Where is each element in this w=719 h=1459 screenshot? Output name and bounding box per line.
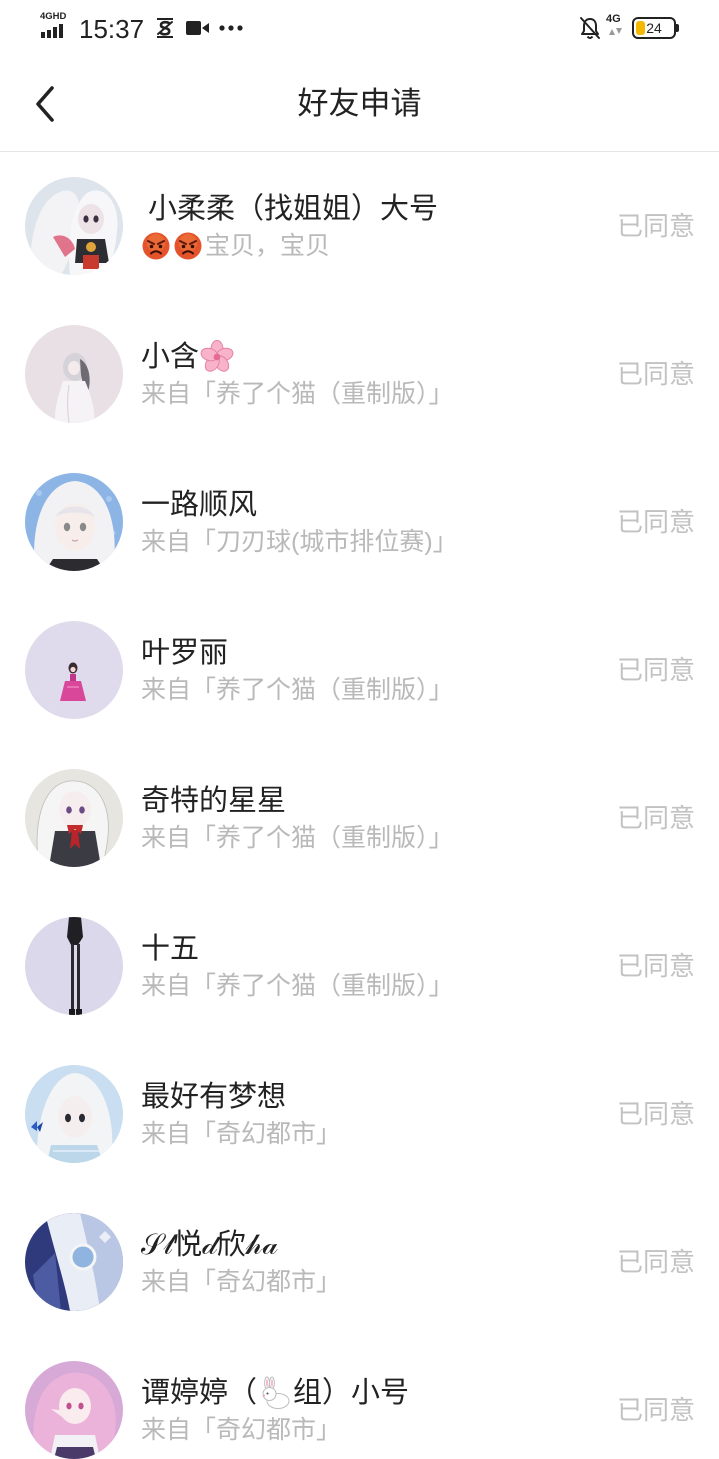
back-button[interactable] [26,80,70,128]
friend-name: 小柔柔（找姐姐）大号 [148,189,438,229]
status-accepted: 已同意 [616,211,695,241]
status-accepted: 已同意 [616,803,695,833]
status-bar: 4GHD 15:37 4G 24 [0,0,719,56]
friend-name: 奇特的星星 [141,781,286,821]
status-accepted: 已同意 [616,1247,695,1277]
friend-name-text: 𝒮𝓁悦𝒹欣𝒽𝒶 [141,1229,279,1261]
friend-name-text: 叶罗丽 [141,637,229,669]
friend-name-text: 谭婷婷（ [141,1377,258,1409]
friend-request-item[interactable]: 小柔柔（找姐姐）大号 宝贝，宝贝 已同意 [0,152,719,300]
header: 好友申请 [0,56,719,152]
signal-bars-icon [41,24,63,38]
friend-request-item[interactable]: 叶罗丽 来自「养了个猫（重制版）」 已同意 [0,596,719,744]
request-message-text: 宝贝，宝贝 [205,232,331,260]
status-accepted: 已同意 [616,359,695,389]
battery-cap [676,24,679,32]
request-source: 来自「刀刃球(城市排位赛)」 [141,528,458,556]
friend-name: 小含 [141,337,235,377]
request-source: 来自「养了个猫（重制版）」 [141,380,454,408]
avatar[interactable] [25,177,123,275]
angry-face-icon [142,232,170,260]
angry-face-icon [174,232,202,260]
battery-indicator: 24 [632,17,680,39]
friend-name: 十五 [141,929,199,969]
request-source: 来自「奇幻都市」 [141,1416,342,1444]
cherry-blossom-icon [200,340,234,372]
status-accepted: 已同意 [616,507,695,537]
avatar[interactable] [25,1065,123,1163]
data-arrows-icon [609,28,622,35]
friend-name-text: 十五 [141,933,200,965]
page-title: 好友申请 [297,86,422,121]
friend-request-item[interactable]: 十五 来自「养了个猫（重制版）」 已同意 [0,892,719,1040]
friend-name: 𝒮𝓁悦𝒹欣𝒽𝒶 [141,1225,278,1265]
avatar[interactable] [25,769,123,867]
friend-name: 谭婷婷（ 组）小号 [141,1373,409,1413]
bell-off-icon [580,17,600,39]
avatar[interactable] [25,917,123,1015]
request-source: 来自「养了个猫（重制版）」 [141,676,454,704]
request-source: 来自「奇幻都市」 [141,1268,342,1296]
chevron-left-icon [36,86,54,122]
friend-name: 最好有梦想 [141,1077,286,1117]
signal-label: 4GHD [40,11,67,22]
request-message: 宝贝，宝贝 [141,229,330,263]
clock: 15:37 [79,14,145,44]
friend-name: 一路顺风 [141,485,257,525]
avatar[interactable] [25,1213,123,1311]
friend-request-item[interactable]: 奇特的星星 来自「养了个猫（重制版）」 已同意 [0,744,719,892]
status-accepted: 已同意 [616,1099,695,1129]
friend-request-item[interactable]: 𝒮𝓁悦𝒹欣𝒽𝒶 来自「奇幻都市」 已同意 [0,1188,719,1336]
status-accepted: 已同意 [616,655,695,685]
friend-name-text: 奇特的星星 [141,785,287,817]
friend-name-text: 小柔柔（找姐姐）大号 [148,193,439,225]
battery-level: 24 [646,20,662,36]
network-type: 4G [606,13,621,25]
avatar[interactable] [25,621,123,719]
friend-name-text: 一路顺风 [141,489,258,521]
video-icon [186,21,209,35]
friend-name-text: 最好有梦想 [141,1081,287,1113]
screenshot-icon [157,18,173,38]
battery-icon: 24 [632,17,676,39]
friend-name-text: 小含 [141,341,200,373]
rabbit-icon [262,1376,290,1409]
friend-name: 叶罗丽 [141,633,228,673]
request-source: 来自「养了个猫（重制版）」 [141,824,454,852]
more-dots-icon [219,25,243,31]
request-source: 来自「奇幻都市」 [141,1120,342,1148]
avatar[interactable] [25,325,123,423]
friend-request-list: 小柔柔（找姐姐）大号 宝贝，宝贝 已同意 小含 来自「养了个猫（重制版）」 已同… [0,152,719,1459]
friend-request-item[interactable]: 小含 来自「养了个猫（重制版）」 已同意 [0,300,719,448]
friend-request-item[interactable]: 最好有梦想 来自「奇幻都市」 已同意 [0,1040,719,1188]
friend-name-suffix: 组）小号 [293,1377,410,1409]
friend-request-item[interactable]: 一路顺风 来自「刀刃球(城市排位赛)」 已同意 [0,448,719,596]
status-accepted: 已同意 [616,1395,695,1425]
friend-request-item[interactable]: 谭婷婷（ 组）小号 来自「奇幻都市」 已同意 [0,1336,719,1459]
avatar[interactable] [25,473,123,571]
status-accepted: 已同意 [616,951,695,981]
request-source: 来自「养了个猫（重制版）」 [141,972,454,1000]
avatar[interactable] [25,1361,123,1459]
